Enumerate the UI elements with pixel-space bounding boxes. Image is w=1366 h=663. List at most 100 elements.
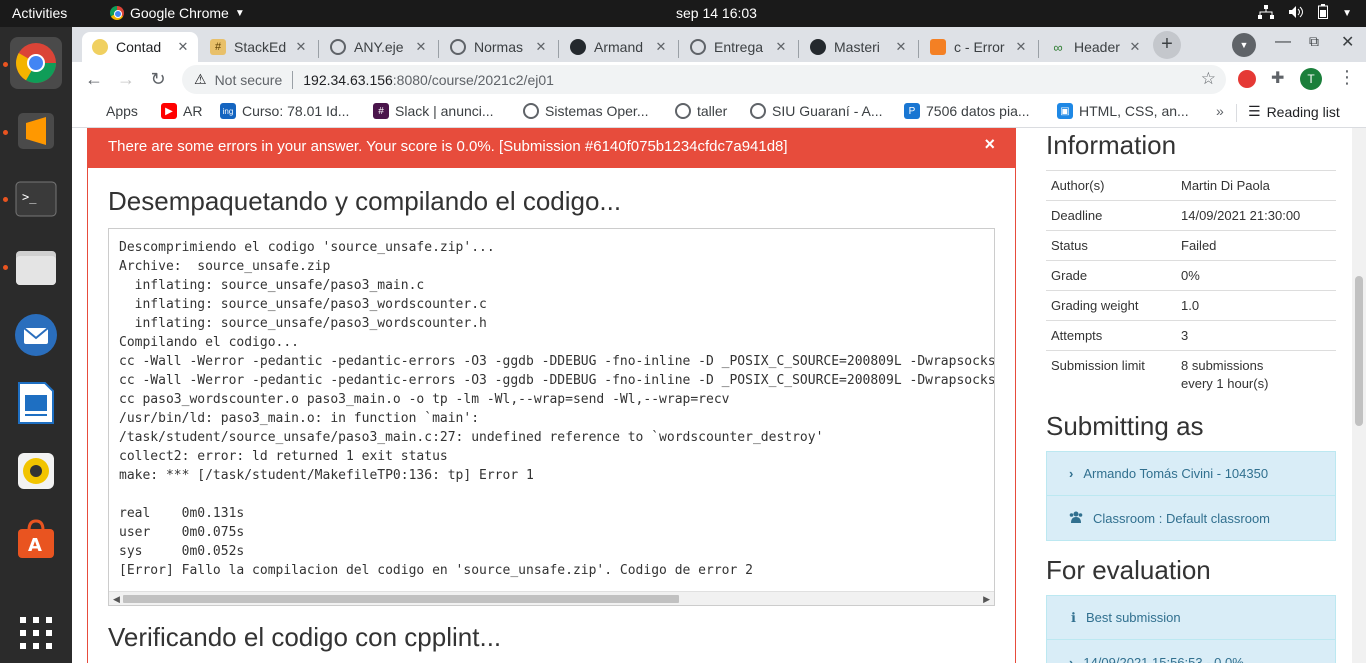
info-value-text: 14/09/2021 21:30:00 bbox=[1181, 208, 1301, 223]
close-window-button[interactable]: ✕ bbox=[1341, 32, 1354, 52]
dock-files[interactable] bbox=[10, 241, 62, 293]
minimize-window-button[interactable]: — bbox=[1275, 33, 1291, 51]
speaker-icon bbox=[18, 453, 54, 489]
tab-c-error[interactable]: c - Error ✕ bbox=[920, 32, 1036, 62]
dock-software-center[interactable]: A bbox=[10, 513, 62, 565]
reading-list-button[interactable]: ☰ Reading list bbox=[1248, 103, 1366, 120]
scrollbar-thumb[interactable] bbox=[123, 595, 679, 603]
page-scrollbar[interactable] bbox=[1352, 128, 1366, 663]
info-row: Author(s) Martin Di Paola bbox=[1046, 170, 1336, 201]
tab-armando[interactable]: Armand ✕ bbox=[560, 32, 676, 62]
back-button[interactable]: ← bbox=[82, 68, 106, 90]
tab-stackedit[interactable]: # StackEd ✕ bbox=[200, 32, 316, 62]
tab-any-eje[interactable]: ANY.eje ✕ bbox=[320, 32, 436, 62]
for-evaluation-heading: For evaluation bbox=[1046, 555, 1211, 585]
tab-title: Contad bbox=[116, 39, 162, 55]
tab-entrega[interactable]: Entrega ✕ bbox=[680, 32, 796, 62]
dock-sublime-text[interactable] bbox=[10, 105, 62, 157]
tab-masteri[interactable]: Masteri ✕ bbox=[800, 32, 916, 62]
bookmark-ar[interactable]: ▶ AR bbox=[161, 103, 211, 119]
tab-normas[interactable]: Normas ✕ bbox=[440, 32, 556, 62]
bookmark-html-css[interactable]: ▣ HTML, CSS, an... bbox=[1057, 103, 1197, 119]
reload-button[interactable]: ↻ bbox=[146, 68, 170, 90]
close-alert-icon[interactable]: × bbox=[984, 134, 995, 155]
profile-avatar[interactable]: T bbox=[1300, 68, 1322, 90]
compile-log-text: Descomprimiendo el codigo 'source_unsafe… bbox=[109, 229, 994, 589]
dock-terminal[interactable]: >_ bbox=[10, 173, 62, 225]
puzzle-icon[interactable]: ✚ bbox=[1271, 68, 1284, 88]
scroll-right-arrow[interactable]: ▶ bbox=[983, 592, 990, 605]
info-label: Submission limit bbox=[1046, 350, 1176, 398]
network-icon bbox=[1258, 4, 1275, 22]
maximize-window-button[interactable]: ⧉ bbox=[1309, 33, 1319, 50]
scroll-left-arrow[interactable]: ◀ bbox=[113, 592, 120, 605]
close-tab-icon[interactable]: ✕ bbox=[292, 39, 310, 55]
forward-button[interactable]: → bbox=[114, 68, 138, 90]
submission-row[interactable]: › 14/09/2021 15:56:53 - 0.0% bbox=[1047, 640, 1335, 663]
classroom-row[interactable]: Classroom : Default classroom bbox=[1047, 496, 1335, 540]
bookmark-7506[interactable]: P 7506 datos pia... bbox=[904, 103, 1044, 119]
best-submission-row[interactable]: ℹ Best submission bbox=[1047, 596, 1335, 640]
close-tab-icon[interactable]: ✕ bbox=[652, 39, 670, 55]
close-tab-icon[interactable]: ✕ bbox=[1012, 39, 1030, 55]
bookmark-apps[interactable]: Apps bbox=[86, 103, 156, 119]
bookmark-sistemas[interactable]: Sistemas Oper... bbox=[523, 103, 663, 119]
log-line: cc -Wall -Werror -pedantic -pedantic-err… bbox=[119, 373, 995, 388]
running-indicator bbox=[3, 265, 8, 270]
submitter-row[interactable]: › Armando Tomás Civini - 104350 bbox=[1047, 452, 1335, 496]
compile-log[interactable]: Descomprimiendo el codigo 'source_unsafe… bbox=[108, 228, 995, 606]
bookmark-siu-guarani[interactable]: SIU Guaraní - A... bbox=[750, 103, 890, 119]
system-top-bar: Activities Google Chrome ▼ sep 14 16:03 … bbox=[0, 0, 1366, 27]
bookmarks-bar: Apps ▶ AR ing Curso: 78.01 Id... # Slack… bbox=[72, 96, 1366, 128]
log-line: Archive: source_unsafe.zip bbox=[119, 259, 331, 274]
info-sidebar: Information Author(s) Martin Di Paola Dead… bbox=[1046, 128, 1336, 663]
more-menu-icon[interactable]: ⋮ bbox=[1338, 67, 1356, 88]
bookmark-slack[interactable]: # Slack | anunci... bbox=[373, 103, 513, 119]
sublime-text-icon bbox=[18, 113, 54, 149]
close-tab-icon[interactable]: ✕ bbox=[412, 39, 430, 55]
feedback-panel: There are some errors in your answer. Yo… bbox=[87, 128, 1016, 663]
address-bar[interactable]: ⚠ Not secure 192.34.63.156:8080/course/2… bbox=[182, 65, 1226, 94]
bookmark-star-icon[interactable]: ☆ bbox=[1201, 69, 1216, 89]
url-host: 192.34.63.156 bbox=[303, 71, 393, 88]
system-tray[interactable]: ▼ bbox=[1258, 4, 1352, 22]
url-separator bbox=[292, 70, 294, 89]
show-applications-button[interactable] bbox=[10, 607, 62, 659]
close-tab-icon[interactable]: ✕ bbox=[1126, 39, 1144, 55]
tutorial-icon: ▣ bbox=[1057, 103, 1073, 119]
extension-icon[interactable] bbox=[1238, 70, 1256, 88]
dock-rhythmbox[interactable] bbox=[10, 445, 62, 497]
tab-title: ANY.eje bbox=[354, 39, 404, 55]
tab-contador[interactable]: Contad ✕ bbox=[82, 32, 198, 62]
close-tab-icon[interactable]: ✕ bbox=[892, 39, 910, 55]
info-value: 14/09/2021 21:30:00 bbox=[1176, 200, 1336, 231]
apps-grid-icon bbox=[86, 104, 100, 118]
log-line: /usr/bin/ld: paso3_main.o: in function `… bbox=[119, 411, 480, 426]
warning-icon[interactable]: ⚠ bbox=[194, 71, 207, 88]
tab-header[interactable]: ∞ Header ✕ bbox=[1040, 32, 1150, 62]
activities-button[interactable]: Activities bbox=[12, 5, 67, 21]
dock-libreoffice-impress[interactable] bbox=[10, 377, 62, 429]
dock-chrome[interactable] bbox=[10, 37, 62, 89]
close-tab-icon[interactable]: ✕ bbox=[174, 39, 192, 55]
page-scrollbar-thumb[interactable] bbox=[1355, 276, 1363, 426]
tab-search-button[interactable]: ▼ bbox=[1232, 33, 1256, 57]
globe-icon bbox=[690, 39, 706, 55]
new-tab-button[interactable]: + bbox=[1153, 31, 1181, 59]
reading-list-icon: ☰ bbox=[1248, 103, 1261, 119]
close-tab-icon[interactable]: ✕ bbox=[532, 39, 550, 55]
group-icon bbox=[1069, 511, 1083, 526]
security-label[interactable]: Not secure bbox=[215, 72, 283, 88]
close-tab-icon[interactable]: ✕ bbox=[772, 39, 790, 55]
bookmarks-overflow-icon[interactable]: » bbox=[1216, 103, 1236, 119]
svg-text:>_: >_ bbox=[22, 190, 37, 204]
dock-thunderbird[interactable] bbox=[10, 309, 62, 361]
bookmark-taller[interactable]: taller bbox=[675, 103, 745, 119]
bookmark-curso[interactable]: ing Curso: 78.01 Id... bbox=[220, 103, 360, 119]
log-line: collect2: error: ld returned 1 exit stat… bbox=[119, 449, 448, 464]
log-line: cc paso3_wordscounter.o paso3_main.o -o … bbox=[119, 392, 730, 407]
clock[interactable]: sep 14 16:03 bbox=[676, 5, 757, 21]
grid-icon bbox=[20, 617, 52, 649]
app-menu[interactable]: Google Chrome ▼ bbox=[110, 5, 245, 21]
horizontal-scrollbar[interactable]: ◀ ▶ bbox=[109, 591, 994, 605]
